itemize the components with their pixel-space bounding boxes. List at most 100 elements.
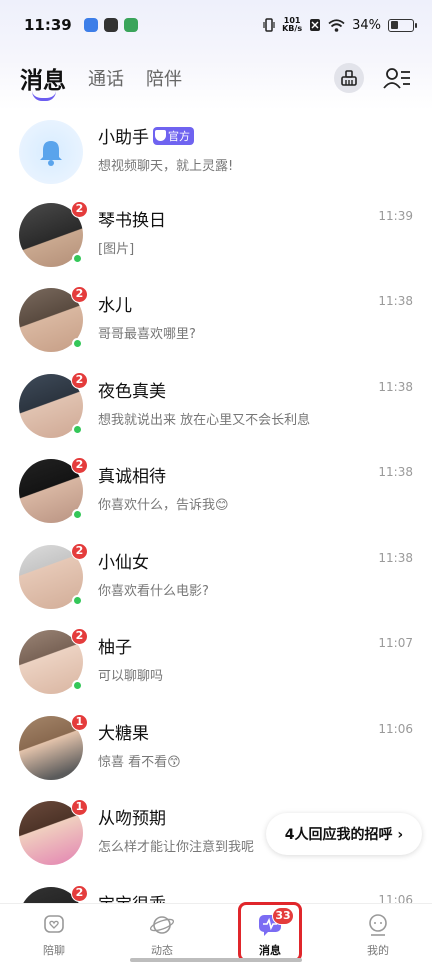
- list-item[interactable]: 2 小仙女 你喜欢看什么电影? 11:38: [0, 534, 432, 620]
- online-dot: [72, 423, 83, 435]
- contact-name: 小仙女: [98, 552, 149, 573]
- notification-icons: [83, 18, 138, 32]
- list-item[interactable]: 2 柚子 可以聊聊吗 11:07: [0, 620, 432, 706]
- message-time: 11:39: [378, 208, 413, 223]
- highlight-box: [238, 902, 302, 962]
- tab-messages[interactable]: 消息: [20, 61, 66, 101]
- unread-badge: 2: [71, 542, 88, 560]
- unread-badge: 2: [71, 884, 88, 902]
- contact-name: 大糖果: [98, 723, 149, 744]
- message-preview: 你喜欢什么，告诉我😊: [98, 498, 229, 514]
- unread-badge: 2: [71, 200, 88, 218]
- planet-icon: [149, 912, 175, 938]
- app-notification-icon: [103, 18, 118, 32]
- no-sim-icon: [310, 19, 321, 31]
- online-dot: [72, 680, 83, 692]
- bell-icon: [40, 141, 62, 166]
- online-dot: [72, 338, 83, 350]
- avatar: 2: [19, 457, 88, 524]
- message-preview: 想我就说出来 放在心里又不会长利息: [98, 412, 311, 428]
- avatar: 1: [19, 799, 88, 866]
- shield-icon: [155, 130, 166, 141]
- messages-screen: 11:39 101 KB/s 34% 消息 通话 陪伴 小助手 官方 想视频聊天…: [0, 0, 432, 964]
- net-speed-unit: KB/s: [282, 24, 303, 33]
- message-time: 11:38: [378, 294, 413, 309]
- list-item[interactable]: 2 琴书换日 [图片] 11:39: [0, 192, 432, 278]
- nav-item-chat[interactable]: 陪聊: [0, 904, 108, 964]
- message-time: 11:07: [378, 636, 413, 651]
- nav-label: 动态: [151, 944, 173, 957]
- unread-badge: 2: [71, 628, 88, 646]
- avatar: 2: [19, 542, 88, 609]
- official-badge: 官方: [153, 126, 194, 145]
- contact-name: 小助手: [98, 128, 149, 148]
- avatar: 2: [19, 286, 88, 353]
- avatar: 1: [19, 713, 88, 780]
- list-item[interactable]: 小助手 官方 想视频聊天，就上灵露!: [0, 112, 432, 192]
- message-preview: 怎么样才能让你注意到我呢: [98, 840, 255, 856]
- network-speed: 101 KB/s: [282, 17, 302, 33]
- list-item[interactable]: 1 大糖果 惊喜 看不看😙 11:06: [0, 705, 432, 791]
- nav-label: 我的: [367, 944, 389, 957]
- avatar: 2: [19, 371, 88, 438]
- battery-percent: 34%: [352, 17, 381, 33]
- active-tab-indicator: [32, 91, 56, 101]
- message-time: 11:38: [378, 379, 413, 394]
- battery-icon: [388, 18, 417, 32]
- profile-icon: [365, 912, 391, 938]
- unread-badge: 2: [71, 286, 88, 304]
- message-time: 11:06: [378, 721, 413, 736]
- status-bar: 11:39 101 KB/s 34%: [0, 0, 432, 50]
- top-tabs: 消息 通话 陪伴: [0, 50, 432, 106]
- contact-name: 真诚相待: [98, 467, 166, 488]
- list-item[interactable]: 2 夜色真美 想我就说出来 放在心里又不会长利息 11:38: [0, 363, 432, 449]
- message-preview: 可以聊聊吗: [98, 669, 164, 685]
- tab-companion[interactable]: 陪伴: [146, 65, 182, 91]
- contact-name: 水儿: [98, 296, 132, 317]
- chat-heart-icon: [41, 912, 67, 938]
- message-preview: 你喜欢看什么电影?: [98, 583, 209, 599]
- status-time: 11:39: [24, 16, 72, 34]
- contact-name: 琴书换日: [98, 210, 166, 231]
- tab-label: 陪伴: [146, 69, 182, 90]
- official-tag-label: 官方: [168, 129, 190, 143]
- message-preview: 惊喜 看不看😙: [98, 754, 181, 770]
- contacts-icon[interactable]: [382, 63, 412, 93]
- avatar: [19, 120, 83, 184]
- contact-name: 从吻预期: [98, 809, 166, 830]
- bottom-nav: 陪聊 动态 消息 33 我的: [0, 903, 432, 964]
- home-indicator[interactable]: [130, 958, 302, 962]
- message-preview: 哥哥最喜欢哪里?: [98, 327, 196, 343]
- avatar: 2: [19, 200, 88, 267]
- app-notification-icon: [123, 18, 138, 32]
- unread-badge: 1: [71, 713, 88, 731]
- header-actions: [334, 63, 412, 93]
- unread-badge: 1: [71, 799, 88, 817]
- wifi-icon: [328, 18, 345, 32]
- message-time: 11:38: [378, 465, 413, 480]
- contact-name: 柚子: [98, 638, 132, 659]
- nav-item-moments[interactable]: 动态: [108, 904, 216, 964]
- unread-badge: 2: [71, 457, 88, 475]
- avatar: 2: [19, 628, 88, 695]
- system-status: 101 KB/s 34%: [263, 17, 417, 33]
- contact-name: 夜色真美: [98, 381, 166, 402]
- unread-badge: 2: [71, 371, 88, 389]
- tab-label: 通话: [88, 69, 124, 90]
- greeting-replies-button[interactable]: 4人回应我的招呼 ›: [266, 813, 422, 855]
- app-notification-icon: [83, 18, 98, 32]
- online-dot: [72, 252, 83, 264]
- online-dot: [72, 509, 83, 521]
- cleaner-icon[interactable]: [334, 63, 364, 93]
- vibrate-icon: [263, 18, 275, 32]
- tab-calls[interactable]: 通话: [88, 65, 124, 91]
- greeting-replies-label: 4人回应我的招呼 ›: [284, 827, 404, 843]
- nav-label: 陪聊: [43, 944, 65, 957]
- nav-item-me[interactable]: 我的: [324, 904, 432, 964]
- list-item[interactable]: 2 水儿 哥哥最喜欢哪里? 11:38: [0, 278, 432, 364]
- online-dot: [72, 594, 83, 606]
- message-preview: 想视频聊天，就上灵露!: [98, 159, 234, 174]
- message-time: 11:38: [378, 550, 413, 565]
- message-preview: [图片]: [98, 241, 135, 257]
- list-item[interactable]: 2 真诚相待 你喜欢什么，告诉我😊 11:38: [0, 449, 432, 535]
